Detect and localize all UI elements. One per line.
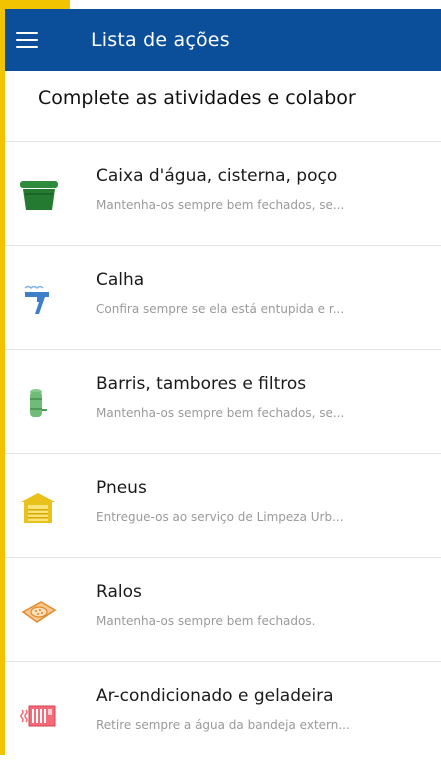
item-title: Barris, tambores e filtros [96, 374, 307, 394]
item-title: Ralos [96, 582, 142, 602]
action-list: Caixa d'água, cisterna, poço Mantenha-os… [5, 141, 441, 765]
menu-icon[interactable] [16, 32, 38, 48]
item-title: Pneus [96, 478, 147, 498]
item-description: Retire sempre a água da bandeja extern..… [96, 718, 350, 732]
instructions-text: Complete as atividades e colabor [38, 87, 356, 109]
barrel-icon [19, 388, 59, 420]
drain-icon [19, 596, 59, 628]
water-tank-icon [19, 180, 59, 212]
list-item-drain[interactable]: Ralos Mantenha-os sempre bem fechados. [5, 558, 441, 661]
list-item-barrel[interactable]: Barris, tambores e filtros Mantenha-os s… [5, 350, 441, 453]
item-description: Confira sempre se ela está entupida e r.… [96, 302, 345, 316]
item-title: Calha [96, 270, 145, 290]
top-accent-bar [0, 0, 70, 9]
gutter-icon [19, 284, 59, 316]
list-item-water-tank[interactable]: Caixa d'água, cisterna, poço Mantenha-os… [5, 142, 441, 245]
item-description: Entregue-os ao serviço de Limpeza Urb... [96, 510, 344, 524]
item-description: Mantenha-os sempre bem fechados, se... [96, 198, 345, 212]
list-item-tires[interactable]: Pneus Entregue-os ao serviço de Limpeza … [5, 454, 441, 557]
app-bar: Lista de ações [5, 9, 441, 71]
air-conditioner-icon [19, 700, 59, 732]
page-title: Lista de ações [91, 29, 230, 51]
list-item-gutter[interactable]: Calha Confira sempre se ela está entupid… [5, 246, 441, 349]
item-description: Mantenha-os sempre bem fechados. [96, 614, 316, 628]
list-item-air-conditioner[interactable]: Ar-condicionado e geladeira Retire sempr… [5, 662, 441, 765]
tire-storage-icon [19, 492, 59, 524]
item-title: Caixa d'água, cisterna, poço [96, 166, 338, 186]
item-description: Mantenha-os sempre bem fechados, se... [96, 406, 345, 420]
item-title: Ar-condicionado e geladeira [96, 686, 334, 706]
